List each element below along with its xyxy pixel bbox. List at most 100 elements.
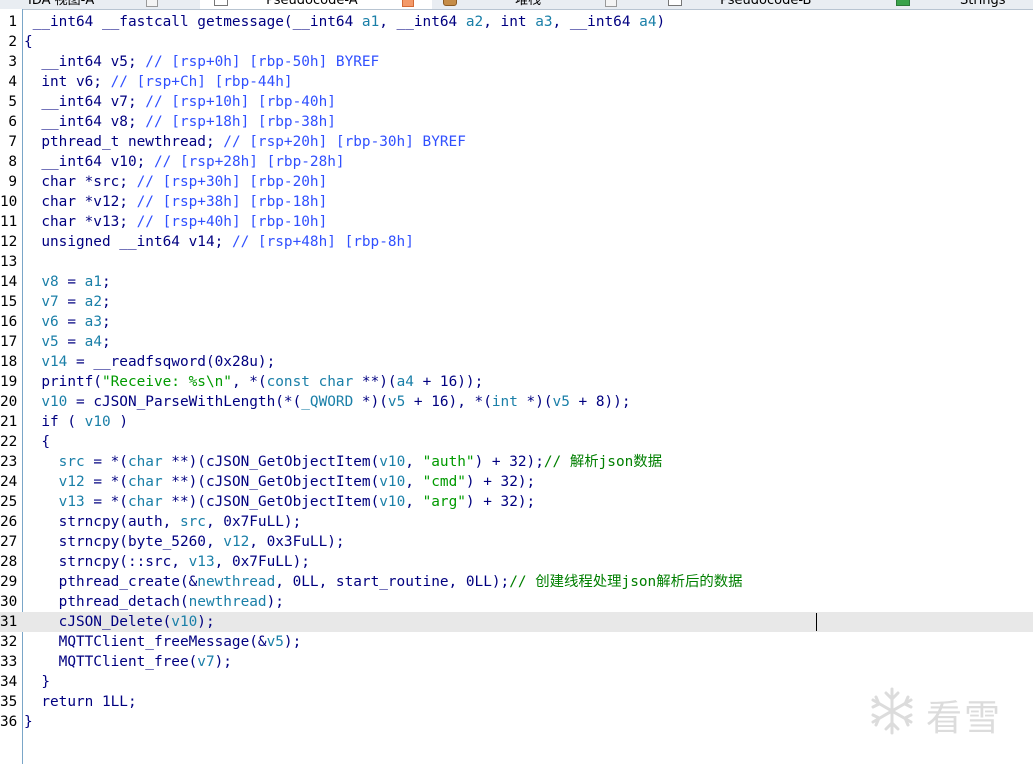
line-number: 6 (8, 114, 17, 130)
line-number: 30 (0, 594, 18, 610)
tab-green[interactable] (896, 0, 916, 9)
code-text[interactable]: int v6; // [rsp+Ch] [rbp-44h] (24, 72, 292, 92)
code-text[interactable]: } (24, 712, 33, 732)
tab-pseudocode-b[interactable]: Pseudocode-B (668, 0, 811, 9)
code-text[interactable]: pthread_create(&newthread, 0LL, start_ro… (24, 572, 743, 592)
code-line[interactable]: 26 strncpy(auth, src, 0x7FuLL); (0, 512, 1033, 532)
line-number: 8 (8, 154, 17, 170)
code-text[interactable]: v13 = *(char **)(cJSON_GetObjectItem(v10… (24, 492, 536, 512)
pseudocode-view[interactable]: 1 __int64 __fastcall getmessage(__int64 … (0, 12, 1033, 732)
code-line[interactable]: 1 __int64 __fastcall getmessage(__int64 … (0, 12, 1033, 32)
code-line[interactable]: 28 strncpy(::src, v13, 0x7FuLL); (0, 552, 1033, 572)
code-line[interactable]: 11 char *v13; // [rsp+40h] [rbp-10h] (0, 212, 1033, 232)
code-line[interactable]: 2{ (0, 32, 1033, 52)
code-line[interactable]: 19 printf("Receive: %s\n", *(const char … (0, 372, 1033, 392)
code-line[interactable]: 30 pthread_detach(newthread); (0, 592, 1033, 612)
code-line[interactable]: 9 char *src; // [rsp+30h] [rbp-20h] (0, 172, 1033, 192)
code-text[interactable]: if ( v10 ) (24, 412, 128, 432)
code-line[interactable]: 12 unsigned __int64 v14; // [rsp+48h] [r… (0, 232, 1033, 252)
code-text[interactable]: } (24, 672, 50, 692)
line-number: 2 (8, 34, 17, 50)
code-text[interactable]: v6 = a3; (24, 312, 110, 332)
code-text[interactable]: v5 = a4; (24, 332, 110, 352)
code-text[interactable]: src = *(char **)(cJSON_GetObjectItem(v10… (24, 452, 662, 472)
code-line[interactable]: 4 int v6; // [rsp+Ch] [rbp-44h] (0, 72, 1033, 92)
line-number: 24 (0, 474, 18, 490)
code-line[interactable]: 16 v6 = a3; (0, 312, 1033, 332)
code-line[interactable]: 3 __int64 v5; // [rsp+0h] [rbp-50h] BYRE… (0, 52, 1033, 72)
tab-pseudocode-a[interactable]: Pseudocode-A (200, 0, 432, 9)
close-icon[interactable] (146, 0, 159, 7)
watermark: 看雪 (866, 685, 1026, 741)
code-text[interactable]: char *v13; // [rsp+40h] [rbp-10h] (24, 212, 327, 232)
code-text[interactable]: { (24, 432, 50, 452)
code-line[interactable]: 33 MQTTClient_free(v7); (0, 652, 1033, 672)
code-line[interactable]: 7 pthread_t newthread; // [rsp+20h] [rbp… (0, 132, 1033, 152)
code-line[interactable]: 17 v5 = a4; (0, 332, 1033, 352)
code-text[interactable]: pthread_detach(newthread); (24, 592, 284, 612)
code-text[interactable]: __int64 v8; // [rsp+18h] [rbp-38h] (24, 112, 336, 132)
code-text[interactable]: MQTTClient_free(v7); (24, 652, 232, 672)
code-line[interactable]: 21 if ( v10 ) (0, 412, 1033, 432)
stack-icon (443, 0, 457, 6)
code-line[interactable]: 25 v13 = *(char **)(cJSON_GetObjectItem(… (0, 492, 1033, 512)
code-text[interactable]: v10 = cJSON_ParseWithLength(*(_QWORD *)(… (24, 392, 630, 412)
code-text[interactable]: pthread_t newthread; // [rsp+20h] [rbp-3… (24, 132, 466, 152)
code-line[interactable]: 15 v7 = a2; (0, 292, 1033, 312)
code-line[interactable]: 20 v10 = cJSON_ParseWithLength(*(_QWORD … (0, 392, 1033, 412)
code-text[interactable]: __int64 __fastcall getmessage(__int64 a1… (24, 12, 666, 32)
line-number: 1 (8, 14, 17, 30)
code-text[interactable]: __int64 v5; // [rsp+0h] [rbp-50h] BYREF (24, 52, 379, 72)
code-text[interactable]: __int64 v10; // [rsp+28h] [rbp-28h] (24, 152, 344, 172)
line-number: 17 (0, 334, 18, 350)
line-number: 21 (0, 414, 18, 430)
code-line[interactable]: 31 cJSON_Delete(v10); (0, 612, 1033, 632)
line-number: 32 (0, 634, 18, 650)
code-text[interactable]: v14 = __readfsqword(0x28u); (24, 352, 275, 372)
code-line[interactable]: 24 v12 = *(char **)(cJSON_GetObjectItem(… (0, 472, 1033, 492)
text-cursor (816, 613, 817, 631)
code-text[interactable]: MQTTClient_freeMessage(&v5); (24, 632, 302, 652)
code-line[interactable]: 29 pthread_create(&newthread, 0LL, start… (0, 572, 1033, 592)
code-line[interactable]: 27 strncpy(byte_5260, v12, 0x3FuLL); (0, 532, 1033, 552)
code-line[interactable]: 14 v8 = a1; (0, 272, 1033, 292)
tab-ida-view-a[interactable]: IDA 视图-A (28, 0, 159, 9)
snowflake-logo-icon (871, 687, 913, 735)
watermark-text: 看雪 (926, 698, 1003, 739)
line-number: 19 (0, 374, 18, 390)
code-text[interactable]: unsigned __int64 v14; // [rsp+48h] [rbp-… (24, 232, 414, 252)
code-line[interactable]: 22 { (0, 432, 1033, 452)
code-text[interactable]: strncpy(::src, v13, 0x7FuLL); (24, 552, 310, 572)
code-text[interactable]: v12 = *(char **)(cJSON_GetObjectItem(v10… (24, 472, 536, 492)
line-number: 4 (8, 74, 17, 90)
code-text[interactable]: v8 = a1; (24, 272, 110, 292)
tab-stack[interactable]: 堆栈 (443, 0, 618, 9)
line-number: 33 (0, 654, 18, 670)
close-icon[interactable] (605, 0, 618, 7)
tab-strings[interactable]: Strings (960, 0, 1006, 9)
code-line[interactable]: 8 __int64 v10; // [rsp+28h] [rbp-28h] (0, 152, 1033, 172)
code-line[interactable]: 6 __int64 v8; // [rsp+18h] [rbp-38h] (0, 112, 1033, 132)
code-line[interactable]: 5 __int64 v7; // [rsp+10h] [rbp-40h] (0, 92, 1033, 112)
code-text[interactable]: return 1LL; (24, 692, 136, 712)
line-number: 18 (0, 354, 18, 370)
code-text[interactable]: __int64 v7; // [rsp+10h] [rbp-40h] (24, 92, 336, 112)
code-text[interactable]: strncpy(auth, src, 0x7FuLL); (24, 512, 302, 532)
code-line[interactable]: 18 v14 = __readfsqword(0x28u); (0, 352, 1033, 372)
code-text[interactable]: cJSON_Delete(v10); (24, 612, 215, 632)
line-number: 36 (0, 714, 18, 730)
code-line[interactable]: 10 char *v12; // [rsp+38h] [rbp-18h] (0, 192, 1033, 212)
line-number: 26 (0, 514, 18, 530)
code-line[interactable]: 32 MQTTClient_freeMessage(&v5); (0, 632, 1033, 652)
code-line[interactable]: 23 src = *(char **)(cJSON_GetObjectItem(… (0, 452, 1033, 472)
code-text[interactable]: char *src; // [rsp+30h] [rbp-20h] (24, 172, 327, 192)
code-text[interactable]: printf("Receive: %s\n", *(const char **)… (24, 372, 483, 392)
code-line[interactable]: 13 (0, 252, 1033, 272)
code-text[interactable]: strncpy(byte_5260, v12, 0x3FuLL); (24, 532, 345, 552)
close-icon[interactable] (401, 0, 414, 7)
code-text[interactable]: char *v12; // [rsp+38h] [rbp-18h] (24, 192, 327, 212)
stack-tab-label: 堆栈 (515, 0, 542, 8)
code-text[interactable]: v7 = a2; (24, 292, 110, 312)
code-text[interactable]: { (24, 32, 33, 52)
line-number: 31 (0, 614, 18, 630)
